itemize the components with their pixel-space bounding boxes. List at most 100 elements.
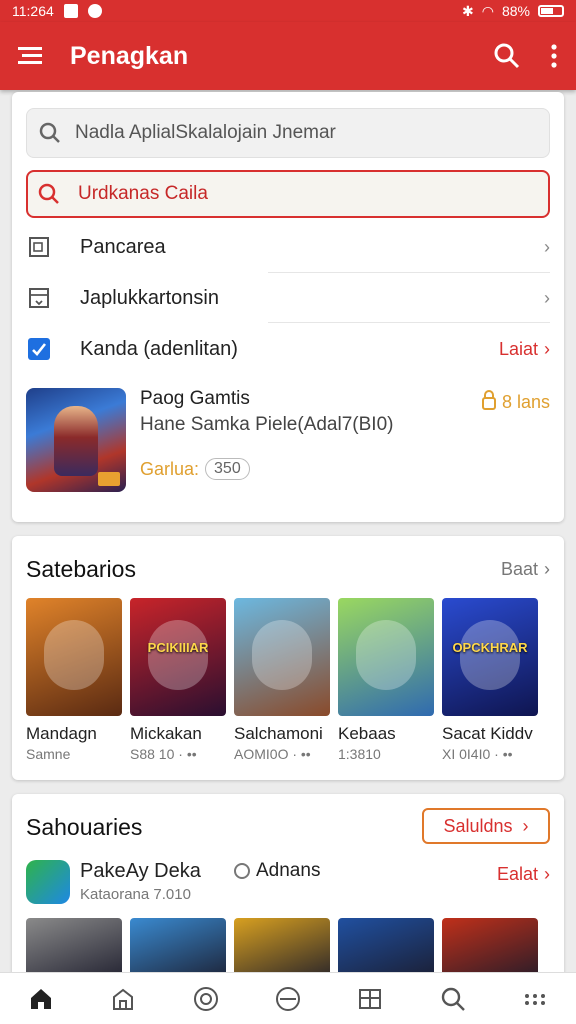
app-icon	[26, 860, 70, 904]
menu-item-label: Japlukkartonsin	[80, 286, 219, 309]
game-subtitle: XI 0I4I0 · ••	[442, 746, 513, 762]
section-action-button[interactable]: Saluldns ›	[422, 808, 550, 844]
game-art	[26, 598, 122, 716]
meta-label: Garlua:	[140, 458, 200, 479]
divider	[268, 322, 550, 323]
search-placeholder: Nadla AplialSkalalojain Jnemar	[75, 122, 336, 143]
chevron-right-icon: ›	[544, 338, 550, 359]
game-tile[interactable]: PCIKIIIAR Mickakan S88 10 · ••	[130, 598, 226, 768]
menu-item-pancarea[interactable]: Pancarea ›	[26, 222, 550, 272]
game-tile[interactable]: Mandagn Samne	[26, 598, 122, 768]
check-badge-icon	[26, 336, 52, 362]
game-art-title: OPCKHRAR	[452, 640, 528, 655]
status-time: 11:264	[12, 3, 54, 19]
game-tile[interactable]: Salchamoni AOMI0O · ••	[234, 598, 330, 768]
app-subtitle: Kataorana 7.010	[80, 886, 191, 903]
featured-app-thumbnail	[26, 388, 126, 492]
game-subtitle: Samne	[26, 746, 71, 762]
game-name: Salchamoni	[234, 724, 323, 743]
menu-item-right: ›	[544, 237, 550, 258]
section-title: Satebarios	[26, 555, 136, 582]
add-icon[interactable]	[268, 979, 308, 1019]
store-icon[interactable]	[103, 979, 143, 1019]
notification-icon	[63, 4, 78, 18]
section-header: Sahouaries	[26, 812, 404, 842]
button-label: Saluldns	[443, 815, 513, 836]
inbox-icon	[26, 285, 52, 311]
menu-item-link[interactable]: Laiat ›	[499, 339, 550, 360]
bluetooth-icon: ✱	[462, 2, 474, 19]
menu-item-japlukkartonsin[interactable]: Japlukkartonsin ›	[26, 273, 550, 323]
app-bar: Penagkan	[0, 22, 576, 90]
featured-app[interactable]: Paog Gamtis Hane Samka Piele(Adal7(BI0) …	[26, 388, 550, 492]
game-name: Mickakan	[130, 724, 202, 743]
battery-icon	[538, 5, 564, 17]
search-icon[interactable]	[433, 979, 473, 1019]
app-list-item[interactable]: PakeAy Deka Kataorana 7.010 Adnans Ealat…	[26, 858, 550, 908]
game-tile[interactable]: OPCKHRAR Sacat Kiddv XI 0I4I0 · ••	[442, 598, 538, 768]
price-label: 8 lans	[501, 392, 550, 412]
app-notification-icon	[87, 4, 102, 18]
app-link-label: Ealat	[496, 864, 538, 884]
active-search-field[interactable]: Urdkanas Caila	[26, 170, 550, 218]
game-art: PCIKIIIAR	[130, 598, 226, 716]
featured-app-price[interactable]: 8 lans	[481, 390, 550, 415]
chevron-right-icon: ›	[544, 558, 550, 579]
search-icon[interactable]	[494, 43, 520, 69]
games-icon[interactable]	[186, 979, 226, 1019]
meta-pill: 350	[205, 458, 250, 480]
battery-level: 88%	[501, 3, 530, 19]
game-art	[234, 598, 330, 716]
chevron-right-icon: ›	[544, 287, 550, 308]
featured-app-meta: Garlua: 350	[140, 458, 250, 480]
search-icon	[38, 183, 59, 204]
game-carousel: Mandagn Samne PCIKIIIAR Mickakan S88 10 …	[26, 598, 566, 768]
chevron-right-icon: ›	[544, 236, 550, 257]
document-icon	[26, 234, 52, 260]
app-status-label: Adnans	[256, 860, 321, 881]
app-name: PakeAy Deka	[80, 860, 201, 882]
page-title: Penagkan	[70, 41, 189, 70]
game-tile[interactable]: Kebaas 1:3810	[338, 598, 434, 768]
game-art	[338, 598, 434, 716]
search-input[interactable]: Nadla AplialSkalalojain Jnemar	[26, 108, 550, 158]
section-satebarios: Satebarios Baat › Mandagn Samne PCIKIIIA…	[12, 536, 564, 780]
game-name: Sacat Kiddv	[442, 724, 533, 743]
link-label: Laiat	[498, 338, 538, 359]
app-link[interactable]: Ealat ›	[497, 864, 550, 885]
see-more-label: Baat	[500, 558, 538, 579]
search-card: Nadla AplialSkalalojain Jnemar Urdkanas …	[12, 92, 564, 522]
library-icon[interactable]	[350, 979, 390, 1019]
featured-app-name: Paog Gamtis	[140, 388, 250, 409]
menu-item-label: Pancarea	[80, 235, 166, 258]
menu-item-label: Kanda (adenlitan)	[80, 337, 238, 360]
section-title: Sahouaries	[26, 813, 143, 840]
game-art: OPCKHRAR	[442, 598, 538, 716]
game-subtitle: S88 10 · ••	[130, 746, 197, 762]
menu-item-right: ›	[544, 288, 550, 309]
search-icon	[39, 122, 60, 143]
featured-app-description: Hane Samka Piele(Adal7(BI0)	[140, 414, 394, 435]
chevron-right-icon: ›	[544, 864, 550, 884]
menu-item-kanda[interactable]: Kanda (adenlitan) Laiat ›	[26, 324, 550, 374]
see-more-link[interactable]: Baat ›	[501, 559, 550, 580]
overflow-menu-icon[interactable]	[550, 44, 558, 68]
home-icon[interactable]	[21, 979, 61, 1019]
more-icon[interactable]	[515, 979, 555, 1019]
app-status: Adnans	[234, 860, 320, 882]
chevron-right-icon: ›	[522, 815, 529, 836]
game-subtitle: AOMI0O · ••	[234, 746, 311, 762]
game-art-title: PCIKIIIAR	[147, 640, 209, 655]
section-sahouaries: Sahouaries Saluldns › PakeAy Deka Kataor…	[12, 794, 564, 984]
game-name: Kebaas	[338, 724, 396, 743]
status-bar: 11:264 ✱ ◠ 88%	[0, 0, 576, 22]
menu-icon[interactable]	[18, 45, 44, 67]
lock-icon	[481, 390, 496, 415]
game-subtitle: 1:3810	[338, 746, 381, 762]
section-header: Satebarios Baat ›	[26, 554, 550, 584]
active-search-query: Urdkanas Caila	[78, 183, 208, 204]
wifi-icon: ◠	[481, 2, 494, 19]
game-name: Mandagn	[26, 724, 97, 743]
radio-icon	[234, 863, 250, 879]
bottom-navigation	[0, 972, 576, 1024]
